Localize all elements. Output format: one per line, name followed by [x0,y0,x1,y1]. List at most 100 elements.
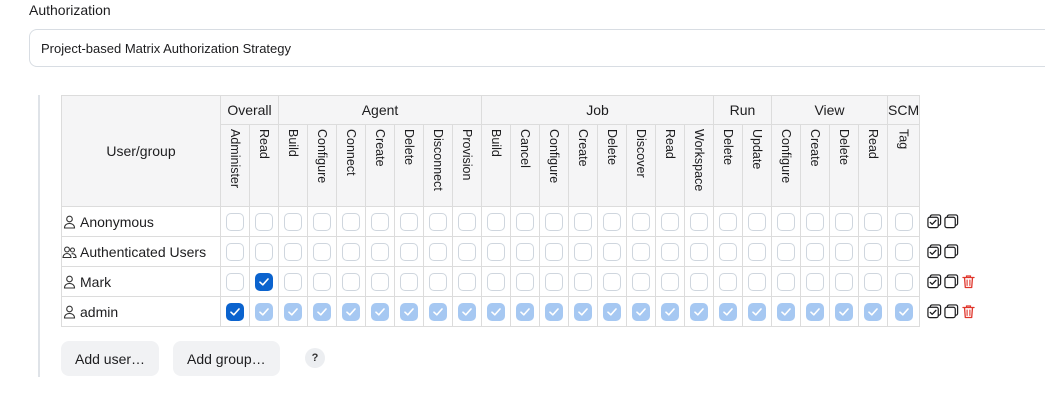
permission-checkbox[interactable] [226,272,244,291]
permission-checkbox[interactable] [632,212,650,231]
permission-checkbox[interactable] [371,272,389,291]
permission-checkbox[interactable] [777,302,795,321]
permission-checkbox[interactable] [429,302,447,321]
permission-checkbox[interactable] [545,272,563,291]
permission-checkbox[interactable] [342,242,360,261]
permission-checkbox[interactable] [632,242,650,261]
select-all-icon[interactable] [927,213,942,229]
permission-checkbox[interactable] [748,302,766,321]
permission-checkbox[interactable] [748,212,766,231]
permission-checkbox[interactable] [313,302,331,321]
permission-checkbox[interactable] [284,272,302,291]
permission-checkbox[interactable] [603,272,621,291]
permission-checkbox[interactable] [284,242,302,261]
permission-checkbox[interactable] [894,272,913,291]
permission-checkbox[interactable] [603,242,621,261]
permission-checkbox[interactable] [690,302,708,321]
permission-checkbox[interactable] [226,302,244,321]
permission-checkbox[interactable] [748,242,766,261]
permission-checkbox[interactable] [748,272,766,291]
help-icon[interactable]: ? [305,348,325,368]
unselect-all-icon[interactable] [944,243,959,259]
permission-checkbox[interactable] [777,242,795,261]
permission-checkbox[interactable] [342,212,360,231]
permission-checkbox[interactable] [400,212,418,231]
permission-checkbox[interactable] [458,212,476,231]
permission-checkbox[interactable] [864,272,882,291]
permission-checkbox[interactable] [313,242,331,261]
permission-checkbox[interactable] [342,302,360,321]
permission-checkbox[interactable] [371,302,389,321]
permission-checkbox[interactable] [806,302,824,321]
permission-checkbox[interactable] [371,212,389,231]
permission-checkbox[interactable] [574,212,592,231]
permission-checkbox[interactable] [400,242,418,261]
permission-checkbox[interactable] [835,302,853,321]
permission-checkbox[interactable] [429,212,447,231]
permission-checkbox[interactable] [284,212,302,231]
permission-checkbox[interactable] [661,302,679,321]
permission-checkbox[interactable] [690,212,708,231]
add-user-button[interactable]: Add user… [61,341,160,376]
permission-checkbox[interactable] [400,272,418,291]
permission-checkbox[interactable] [545,242,563,261]
add-group-button[interactable]: Add group… [173,341,280,376]
permission-checkbox[interactable] [894,242,913,261]
permission-checkbox[interactable] [894,302,913,321]
permission-checkbox[interactable] [574,302,592,321]
permission-checkbox[interactable] [864,212,882,231]
select-all-icon[interactable] [927,273,942,289]
permission-checkbox[interactable] [661,242,679,261]
permission-checkbox[interactable] [719,272,737,291]
permission-checkbox[interactable] [429,272,447,291]
permission-checkbox[interactable] [574,242,592,261]
permission-checkbox[interactable] [255,272,273,291]
permission-checkbox[interactable] [487,212,505,231]
permission-checkbox[interactable] [226,212,244,231]
permission-checkbox[interactable] [371,242,389,261]
permission-checkbox[interactable] [400,302,418,321]
permission-checkbox[interactable] [487,302,505,321]
permission-checkbox[interactable] [806,242,824,261]
permission-checkbox[interactable] [516,212,534,231]
permission-checkbox[interactable] [545,212,563,231]
permission-checkbox[interactable] [255,302,273,321]
unselect-all-icon[interactable] [944,273,959,289]
unselect-all-icon[interactable] [944,303,959,319]
permission-checkbox[interactable] [777,272,795,291]
permission-checkbox[interactable] [719,242,737,261]
permission-checkbox[interactable] [313,272,331,291]
permission-checkbox[interactable] [255,242,273,261]
permission-checkbox[interactable] [226,242,244,261]
permission-checkbox[interactable] [719,302,737,321]
permission-checkbox[interactable] [545,302,563,321]
delete-icon[interactable] [961,304,976,319]
delete-icon[interactable] [961,274,976,289]
permission-checkbox[interactable] [806,212,824,231]
permission-checkbox[interactable] [255,212,273,231]
permission-checkbox[interactable] [603,212,621,231]
permission-checkbox[interactable] [777,212,795,231]
unselect-all-icon[interactable] [944,213,959,229]
select-all-icon[interactable] [927,303,942,319]
permission-checkbox[interactable] [487,272,505,291]
permission-checkbox[interactable] [690,272,708,291]
permission-checkbox[interactable] [835,272,853,291]
permission-checkbox[interactable] [894,212,913,231]
permission-checkbox[interactable] [719,212,737,231]
permission-checkbox[interactable] [690,242,708,261]
permission-checkbox[interactable] [574,272,592,291]
permission-checkbox[interactable] [313,212,331,231]
permission-checkbox[interactable] [458,242,476,261]
select-all-icon[interactable] [927,243,942,259]
permission-checkbox[interactable] [835,212,853,231]
permission-checkbox[interactable] [516,302,534,321]
permission-checkbox[interactable] [632,272,650,291]
permission-checkbox[interactable] [864,302,882,321]
permission-checkbox[interactable] [603,302,621,321]
permission-checkbox[interactable] [835,242,853,261]
permission-checkbox[interactable] [661,212,679,231]
permission-checkbox[interactable] [864,242,882,261]
permission-checkbox[interactable] [458,272,476,291]
permission-checkbox[interactable] [632,302,650,321]
